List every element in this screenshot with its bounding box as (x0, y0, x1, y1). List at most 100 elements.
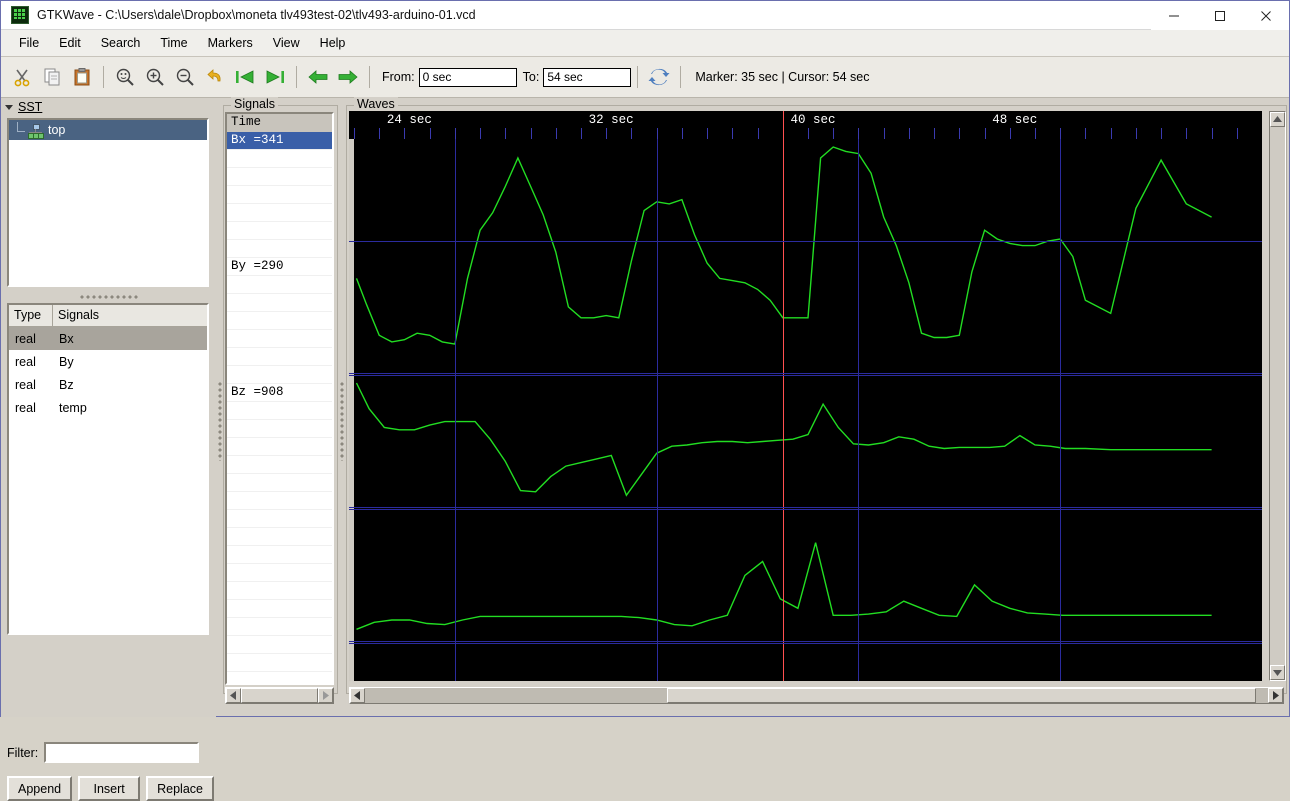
filter-row: Filter: (7, 742, 200, 763)
signal-name: By (59, 354, 74, 369)
sst-tree-item-label: top (48, 123, 66, 137)
jump-start-icon[interactable] (230, 62, 260, 92)
grid-line-horizontal (349, 643, 1262, 644)
sst-title: SST (18, 100, 43, 114)
wave-canvas[interactable]: 24 sec 32 sec 40 sec 48 sec (349, 111, 1262, 681)
scroll-up-icon[interactable] (1270, 112, 1285, 127)
signal-value-blank (227, 366, 332, 384)
scroll-left-icon[interactable] (226, 688, 241, 703)
close-button[interactable] (1243, 1, 1289, 30)
signal-value-blank (227, 438, 332, 456)
table-row[interactable]: real By (9, 350, 207, 373)
signal-value-blank (227, 672, 332, 683)
signal-values-list[interactable]: Time Bx =341 By =290 Bz =908 (225, 112, 334, 685)
scroll-right-icon[interactable] (1268, 688, 1283, 703)
grid-line-horizontal (349, 507, 1262, 508)
reload-icon[interactable] (644, 62, 674, 92)
grid-line-vertical (1060, 139, 1062, 681)
signals-hscroll-thumb[interactable] (241, 688, 318, 703)
signals-hscroll-track[interactable] (241, 688, 318, 703)
table-row[interactable]: real Bx (9, 327, 207, 350)
signal-list[interactable]: Type Signals real Bx real By real Bz rea… (7, 303, 209, 635)
next-edge-icon[interactable] (333, 62, 363, 92)
waves-hscrollbar[interactable] (349, 687, 1284, 704)
signal-value-blank (227, 510, 332, 528)
window-bottom-edge (1, 710, 1289, 716)
trace-bx (355, 146, 1212, 345)
marker-cursor-status: Marker: 35 sec | Cursor: 54 sec (695, 70, 870, 84)
signal-type: real (15, 331, 36, 346)
jump-end-icon[interactable] (260, 62, 290, 92)
menu-file[interactable]: File (9, 33, 49, 53)
minimize-button[interactable] (1151, 1, 1197, 30)
replace-button[interactable]: Replace (146, 776, 214, 801)
menu-edit[interactable]: Edit (49, 33, 91, 53)
append-button[interactable]: Append (7, 776, 73, 801)
signals-hscrollbar[interactable] (225, 687, 334, 704)
from-input[interactable]: 0 sec (418, 67, 517, 87)
gtkwave-icon (11, 6, 29, 24)
table-row[interactable]: real Bz (9, 373, 207, 396)
grid-line-vertical (858, 139, 860, 681)
scroll-left-icon[interactable] (350, 688, 365, 703)
toolbar-separator-3 (369, 66, 370, 88)
pane-resize-grip[interactable] (79, 293, 139, 300)
left-pane-splitter[interactable] (216, 381, 223, 461)
menu-markers[interactable]: Markers (198, 33, 263, 53)
zoom-in-icon[interactable] (140, 62, 170, 92)
to-input[interactable]: 54 sec (543, 67, 632, 87)
time-header: Time (227, 114, 332, 132)
signal-value-bz[interactable]: Bz =908 (227, 384, 332, 402)
signal-value-bx[interactable]: Bx =341 (227, 132, 332, 150)
column-header-type[interactable]: Type (9, 305, 53, 326)
waves-vscrollbar[interactable] (1269, 111, 1286, 681)
signal-value-blank (227, 312, 332, 330)
prev-edge-icon[interactable] (303, 62, 333, 92)
zoom-fit-icon[interactable] (110, 62, 140, 92)
signal-value-blank (227, 402, 332, 420)
signal-value-blank (227, 546, 332, 564)
waves-hscroll-thumb[interactable] (667, 688, 1256, 703)
signal-type: real (15, 354, 36, 369)
filter-input[interactable] (44, 742, 200, 763)
cursor-marker[interactable] (782, 111, 784, 681)
grid-line-horizontal (349, 241, 1262, 242)
signal-value-blank (227, 168, 332, 186)
left-panel: SST top Type Signals real Bx real By rea… (1, 98, 216, 801)
maximize-button[interactable] (1197, 1, 1243, 30)
grid-line-vertical (656, 139, 658, 681)
scroll-down-icon[interactable] (1270, 665, 1285, 680)
paste-icon[interactable] (67, 62, 97, 92)
trace-by (355, 382, 1212, 497)
menu-view[interactable]: View (263, 33, 310, 53)
scroll-right-icon[interactable] (318, 688, 333, 703)
grid-line-horizontal (349, 373, 1262, 374)
copy-icon[interactable] (37, 62, 67, 92)
menu-help[interactable]: Help (310, 33, 356, 53)
grid-line-vertical (454, 139, 456, 681)
sst-header[interactable]: SST (5, 100, 42, 114)
waves-pane: Waves 24 sec 32 sec 40 sec 48 sec (346, 97, 1289, 717)
insert-button[interactable]: Insert (78, 776, 141, 801)
signal-value-blank (227, 150, 332, 168)
sst-tree[interactable]: top (7, 118, 209, 287)
table-row[interactable]: real temp (9, 396, 207, 419)
waveform-traces (355, 146, 1212, 630)
signal-value-blank (227, 618, 332, 636)
grid-line-horizontal (349, 509, 1262, 510)
signals-pane-splitter[interactable] (338, 381, 345, 461)
signal-value-blank (227, 600, 332, 618)
signal-value-by[interactable]: By =290 (227, 258, 332, 276)
column-header-signals[interactable]: Signals (53, 305, 104, 326)
menu-search[interactable]: Search (91, 33, 151, 53)
signal-list-header: Type Signals (9, 305, 207, 327)
menu-time[interactable]: Time (150, 33, 197, 53)
window-controls (1151, 1, 1289, 30)
waves-hscroll-track[interactable] (365, 688, 1268, 703)
sst-tree-item-top[interactable]: top (9, 120, 207, 140)
zoom-undo-icon[interactable] (200, 62, 230, 92)
signal-value-blank (227, 222, 332, 240)
zoom-out-icon[interactable] (170, 62, 200, 92)
cut-icon[interactable] (7, 62, 37, 92)
signal-value-blank (227, 474, 332, 492)
